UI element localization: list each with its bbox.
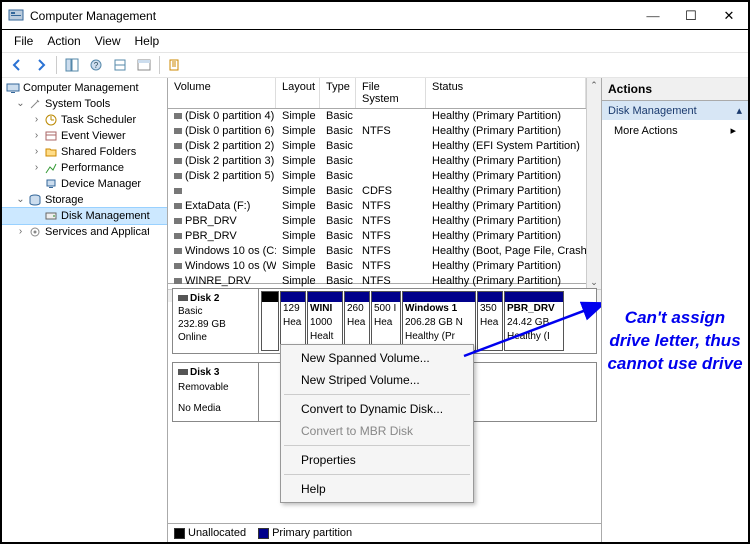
navigation-tree[interactable]: Computer Management ⌄ System Tools ›Task…	[2, 78, 168, 542]
disk-2-info: Disk 2 Basic 232.89 GB Online	[173, 289, 259, 353]
help-button[interactable]: ?	[85, 54, 107, 76]
volume-row[interactable]: Windows 10 os (W:)SimpleBasicNTFSHealthy…	[168, 259, 586, 274]
toolbar: ?	[2, 52, 748, 78]
tree-task-scheduler[interactable]: ›Task Scheduler	[2, 112, 167, 128]
context-menu-item[interactable]: New Striped Volume...	[283, 369, 471, 391]
main-content: Volume Layout Type File System Status (D…	[168, 78, 602, 542]
volume-row[interactable]: (Disk 2 partition 3)SimpleBasicHealthy (…	[168, 154, 586, 169]
services-icon	[28, 225, 42, 239]
partition[interactable]: 500 IHea	[371, 291, 401, 351]
actions-header: Actions	[602, 78, 748, 101]
context-menu-item[interactable]: New Spanned Volume...	[283, 347, 471, 369]
volume-row[interactable]: ExtaData (F:)SimpleBasicNTFSHealthy (Pri…	[168, 199, 586, 214]
show-hide-tree-button[interactable]	[61, 54, 83, 76]
partition[interactable]: 350Hea	[477, 291, 503, 351]
partition[interactable]	[261, 291, 279, 351]
menu-help[interactable]: Help	[129, 32, 166, 50]
tree-disk-management[interactable]: Disk Management	[2, 208, 167, 224]
legend: Unallocated Primary partition	[168, 523, 601, 542]
refresh-button[interactable]	[133, 54, 155, 76]
chevron-right-icon	[730, 124, 736, 137]
collapse-icon	[736, 104, 742, 117]
context-menu-item: Convert to MBR Disk	[283, 420, 471, 442]
context-menu[interactable]: New Spanned Volume...New Striped Volume.…	[280, 344, 474, 503]
tree-system-tools[interactable]: ⌄ System Tools	[2, 96, 167, 112]
volume-row[interactable]: PBR_DRVSimpleBasicNTFSHealthy (Primary P…	[168, 229, 586, 244]
volume-list[interactable]: Volume Layout Type File System Status (D…	[168, 78, 601, 284]
device-icon	[44, 177, 58, 191]
back-button[interactable]	[6, 54, 28, 76]
volume-row[interactable]: (Disk 0 partition 4)SimpleBasicHealthy (…	[168, 109, 586, 124]
menubar: File Action View Help	[2, 30, 748, 52]
legend-primary: Primary partition	[272, 527, 352, 539]
titlebar: Computer Management — ☐ ✕	[2, 2, 748, 30]
tree-storage[interactable]: ⌄ Storage	[2, 192, 167, 208]
context-menu-item[interactable]: Properties	[283, 449, 471, 471]
view-options-button[interactable]	[109, 54, 131, 76]
menu-action[interactable]: Action	[41, 32, 86, 50]
forward-button[interactable]	[30, 54, 52, 76]
event-icon	[44, 129, 58, 143]
perf-icon	[44, 161, 58, 175]
more-actions[interactable]: More Actions	[602, 120, 748, 141]
volume-row[interactable]: Windows 10 os (C:)SimpleBasicNTFSHealthy…	[168, 244, 586, 259]
volume-row[interactable]: (Disk 2 partition 2)SimpleBasicHealthy (…	[168, 139, 586, 154]
tools-icon	[28, 97, 42, 111]
tree-performance[interactable]: ›Performance	[2, 160, 167, 176]
volume-row[interactable]: SimpleBasicCDFSHealthy (Primary Partitio…	[168, 184, 586, 199]
tree-device-manager[interactable]: Device Manager	[2, 176, 167, 192]
actions-pane: Actions Disk Management More Actions Can…	[602, 78, 748, 542]
volume-row[interactable]: PBR_DRVSimpleBasicNTFSHealthy (Primary P…	[168, 214, 586, 229]
clock-icon	[44, 113, 58, 127]
window-title: Computer Management	[30, 9, 634, 23]
close-button[interactable]: ✕	[710, 3, 748, 29]
volume-list-header[interactable]: Volume Layout Type File System Status	[168, 78, 586, 109]
volume-row[interactable]: (Disk 2 partition 5)SimpleBasicHealthy (…	[168, 169, 586, 184]
col-layout[interactable]: Layout	[276, 78, 320, 108]
tree-root[interactable]: Computer Management	[2, 80, 167, 96]
partition[interactable]: PBR_DRV24.42 GBHealthy (I	[504, 291, 564, 351]
partition[interactable]: 260Hea	[344, 291, 370, 351]
tree-event-viewer[interactable]: ›Event Viewer	[2, 128, 167, 144]
folder-share-icon	[44, 145, 58, 159]
col-type[interactable]: Type	[320, 78, 356, 108]
disk-icon	[44, 209, 58, 223]
computer-icon	[6, 81, 20, 95]
volume-list-vscrollbar[interactable]: ⌃⌄	[586, 78, 601, 289]
maximize-button[interactable]: ☐	[672, 3, 710, 29]
col-volume[interactable]: Volume	[168, 78, 276, 108]
tree-shared-folders[interactable]: ›Shared Folders	[2, 144, 167, 160]
app-icon	[8, 8, 24, 24]
tree-services[interactable]: › Services and Applications	[2, 224, 167, 240]
col-fs[interactable]: File System	[356, 78, 426, 108]
annotation-note: Can't assign drive letter, thus cannot u…	[602, 141, 748, 542]
menu-file[interactable]: File	[8, 32, 39, 50]
actions-section[interactable]: Disk Management	[602, 101, 748, 120]
col-status[interactable]: Status	[426, 78, 586, 108]
app-window: Computer Management — ☐ ✕ File Action Vi…	[0, 0, 750, 544]
partition[interactable]: 129Hea	[280, 291, 306, 351]
minimize-button[interactable]: —	[634, 3, 672, 29]
legend-unallocated: Unallocated	[188, 527, 246, 539]
volume-row[interactable]: (Disk 0 partition 6)SimpleBasicNTFSHealt…	[168, 124, 586, 139]
partition[interactable]: WINI1000Healt	[307, 291, 343, 351]
disk-3-info: Disk 3 Removable No Media	[173, 363, 259, 421]
context-menu-item[interactable]: Convert to Dynamic Disk...	[283, 398, 471, 420]
storage-icon	[28, 193, 42, 207]
svg-text:?: ?	[94, 61, 99, 70]
menu-view[interactable]: View	[89, 32, 127, 50]
settings-button[interactable]	[164, 54, 186, 76]
annotation-text: Can't assign drive letter, thus cannot u…	[606, 307, 744, 376]
partition[interactable]: Windows 1206.28 GB NHealthy (Pr	[402, 291, 476, 351]
disk-graphical-view[interactable]: Disk 2 Basic 232.89 GB Online 129HeaWINI…	[168, 284, 601, 523]
context-menu-item[interactable]: Help	[283, 478, 471, 500]
